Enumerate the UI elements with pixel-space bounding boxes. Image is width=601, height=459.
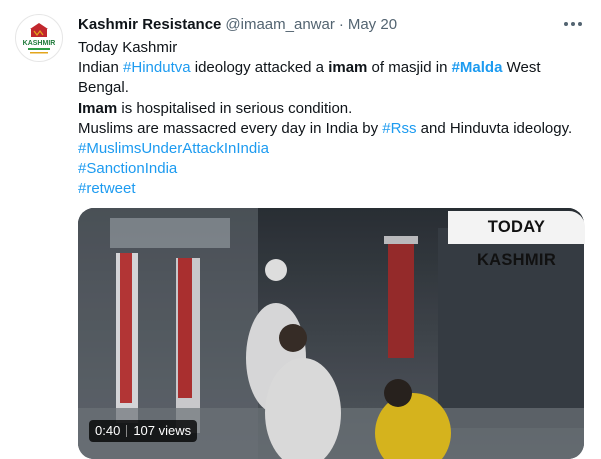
text-segment: is hospitalised in serious condition. [117,99,353,117]
hashtag-rss[interactable]: #Rss [382,120,416,137]
tweet-card[interactable]: KASHMIR Kashmir Resistance @imaam_anwar … [0,0,601,459]
header-separator: · [338,15,344,33]
hashtag-muslims-under-attack[interactable]: #MuslimsUnderAttackInIndia [78,140,269,157]
video-duration-badge: 0:40 107 views [89,420,198,442]
text-segment: ideology attacked a [190,59,329,77]
tweet-line-4: Imam is hospitalised in serious conditio… [78,99,586,119]
tweet-line-8: #retweet [78,179,586,199]
text-segment: and Hinduvta ideology. [416,119,573,137]
text-segment: Indian [78,59,124,77]
hashtag-sanction-india[interactable]: #SanctionIndia [78,160,177,177]
hashtag-hindutva[interactable]: #Hindutva [123,59,191,76]
text-segment: Muslims are massacred every day in India… [78,119,383,137]
more-options-button[interactable] [560,12,586,36]
author-name[interactable]: Kashmir Resistance [78,16,221,33]
tweet-line-6: #MuslimsUnderAttackInIndia [78,139,586,159]
ellipsis-icon [564,22,582,26]
avatar-logo-text: KASHMIR [23,40,56,47]
author-handle[interactable]: @imaam_anwar [225,16,334,33]
text-segment: of masjid in [367,59,452,77]
tweet-header: Kashmir Resistance @imaam_anwar · May 20 [78,13,397,35]
text-segment-bold: imam [328,59,368,77]
tweet-line-3: Bengal. [78,78,586,98]
tweet-line-2: Indian #Hindutva ideology attacked a ima… [78,58,586,78]
video-overlay-text: TODAY KASHMIR [448,211,585,269]
logo-icon: KASHMIR [17,16,61,60]
tweet-text: Today Kashmir Indian #Hindutva ideology … [78,38,586,200]
text-segment: Bengal. [78,79,129,97]
tweet-line-7: #SanctionIndia [78,159,586,179]
text-segment-bold: Imam [78,99,118,117]
tweet-line-1: Today Kashmir [78,38,586,58]
avatar[interactable]: KASHMIR [15,14,63,62]
text-segment: Today Kashmir [78,39,178,56]
badge-divider [126,425,128,437]
text-segment: West [502,59,541,77]
video-duration: 0:40 [95,423,121,438]
hashtag-malda[interactable]: #Malda [452,59,503,76]
video-views: 107 views [133,423,192,438]
tweet-line-5: Muslims are massacred every day in India… [78,119,586,139]
hashtag-retweet[interactable]: #retweet [78,180,136,197]
tweet-date[interactable]: May 20 [348,16,397,33]
